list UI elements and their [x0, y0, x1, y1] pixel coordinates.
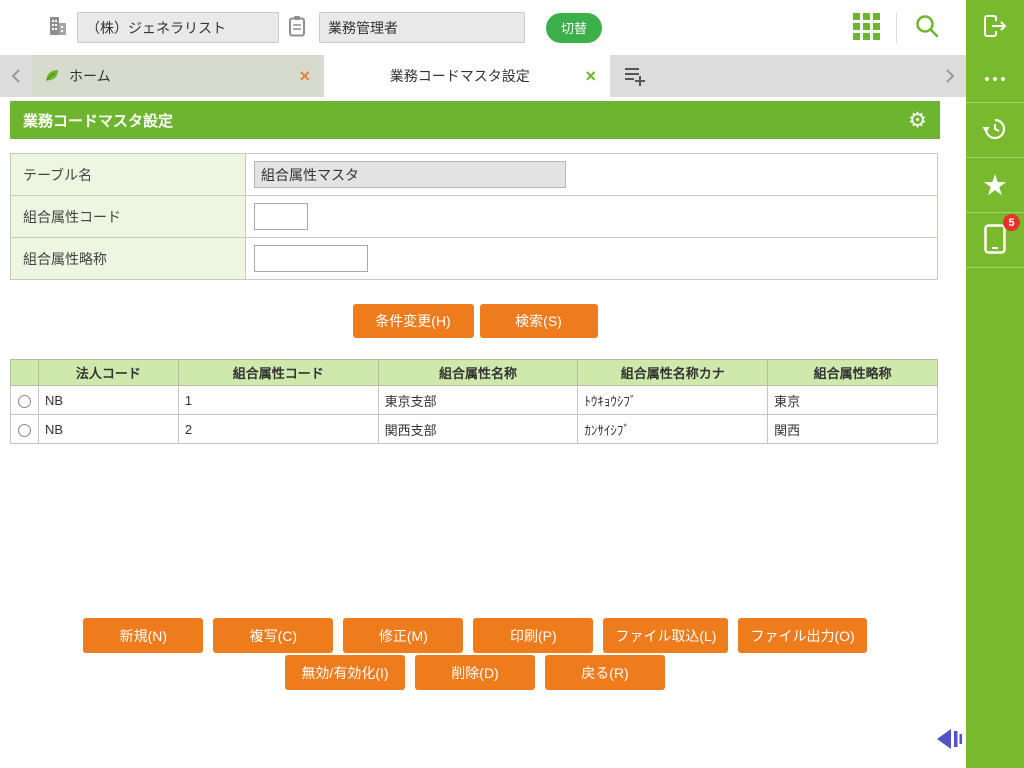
- switch-button[interactable]: 切替: [546, 12, 603, 43]
- cell-attr-kana: ﾄｳｷｮｳｼﾌﾞ: [577, 385, 769, 415]
- cell-attr-abbr: 関西: [767, 414, 938, 444]
- edit-button[interactable]: 修正(M): [343, 618, 464, 653]
- back-button[interactable]: 戻る(R): [545, 655, 665, 690]
- column-header-corp-code: 法人コード: [37, 359, 179, 386]
- star-icon: ★: [982, 167, 1008, 202]
- search-icon: [914, 13, 940, 42]
- form-row-attribute-abbr: 組合属性略称: [10, 237, 938, 280]
- attribute-code-input[interactable]: [254, 203, 308, 230]
- cell-corp-code: NB: [37, 414, 179, 444]
- column-header-attr-abbr: 組合属性略称: [767, 359, 938, 386]
- search-button[interactable]: 検索(S): [479, 304, 598, 338]
- chevron-left-icon: [11, 69, 20, 83]
- cell-attr-code: 1: [177, 385, 379, 415]
- logout-icon: [981, 13, 1009, 42]
- role-input[interactable]: [319, 12, 525, 43]
- logout-button[interactable]: [966, 0, 1024, 55]
- notification-badge: 5: [1003, 214, 1020, 231]
- attribute-code-label: 組合属性コード: [10, 195, 246, 238]
- cell-attr-code: 2: [177, 414, 379, 444]
- add-tab-button[interactable]: [610, 55, 660, 97]
- table-row: NB 2 関西支部 ｶﾝｻｲｼﾌﾞ 関西: [10, 414, 938, 444]
- file-export-button[interactable]: ファイル出力(O): [738, 618, 867, 653]
- main-content: 業務コードマスタ設定 ⚙ テーブル名 組合属性コード 組合属性略称 条件変更(H…: [10, 97, 940, 692]
- tab-scroll-left-button[interactable]: [0, 55, 32, 97]
- result-header-row: 法人コード 組合属性コード 組合属性名称 組合属性名称カナ 組合属性略称: [10, 359, 938, 386]
- right-sidebar: ★ 5: [966, 55, 1024, 768]
- tab-bar: ホーム × 業務コードマスタ設定 ×: [0, 55, 966, 97]
- sidebar-favorites-button[interactable]: ★: [966, 158, 1024, 213]
- tab-business-code-master[interactable]: 業務コードマスタ設定 ×: [324, 55, 610, 97]
- header-divider: [896, 11, 897, 44]
- cell-corp-code: NB: [37, 385, 179, 415]
- search-button-row: 条件変更(H) 検索(S): [10, 304, 940, 338]
- collapse-left-arrow-icon[interactable]: [934, 727, 964, 751]
- chevron-right-icon: [946, 69, 955, 83]
- app-grid-button[interactable]: [839, 0, 893, 55]
- global-search-button[interactable]: [900, 0, 954, 55]
- tablet-icon: [984, 223, 1006, 257]
- column-header-attr-kana: 組合属性名称カナ: [577, 359, 769, 386]
- tabbar-spacer: [660, 55, 934, 97]
- page-title-bar: 業務コードマスタ設定 ⚙: [10, 101, 940, 139]
- table-row: NB 1 東京支部 ﾄｳｷｮｳｼﾌﾞ 東京: [10, 385, 938, 415]
- action-button-area: 新規(N) 複写(C) 修正(M) 印刷(P) ファイル取込(L) ファイル出力…: [10, 618, 940, 690]
- print-button[interactable]: 印刷(P): [473, 618, 594, 653]
- search-condition-form: テーブル名 組合属性コード 組合属性略称: [10, 153, 938, 280]
- company-input[interactable]: [77, 12, 279, 43]
- column-header-attr-name: 組合属性名称: [377, 359, 579, 386]
- action-row-1: 新規(N) 複写(C) 修正(M) 印刷(P) ファイル取込(L) ファイル出力…: [10, 618, 940, 653]
- table-name-label: テーブル名: [10, 153, 246, 196]
- ellipsis-icon: [985, 76, 1005, 81]
- column-header-attr-code: 組合属性コード: [177, 359, 379, 386]
- tab-active-label: 業務コードマスタ設定: [389, 68, 530, 84]
- select-column-header: [10, 359, 39, 386]
- header-left-group: 切替: [0, 12, 839, 43]
- sidebar-more-button[interactable]: [966, 55, 1024, 103]
- gear-icon[interactable]: ⚙: [908, 108, 927, 132]
- table-name-input[interactable]: [254, 161, 566, 188]
- cell-attr-name: 関西支部: [377, 414, 579, 444]
- tab-scroll-right-button[interactable]: [934, 55, 966, 97]
- leaf-icon: [44, 67, 60, 86]
- row-select-radio[interactable]: [17, 423, 31, 437]
- cell-attr-kana: ｶﾝｻｲｼﾌﾞ: [577, 414, 769, 444]
- tab-home-label: ホーム: [69, 68, 111, 84]
- new-button[interactable]: 新規(N): [83, 618, 204, 653]
- cell-attr-abbr: 東京: [767, 385, 938, 415]
- form-row-attribute-code: 組合属性コード: [10, 195, 938, 238]
- page-title: 業務コードマスタ設定: [23, 112, 174, 130]
- row-select-radio[interactable]: [17, 394, 31, 408]
- sidebar-history-button[interactable]: [966, 103, 1024, 158]
- grid-icon: [852, 12, 880, 43]
- change-condition-button[interactable]: 条件変更(H): [352, 304, 474, 338]
- copy-button[interactable]: 複写(C): [213, 618, 334, 653]
- form-row-table-name: テーブル名: [10, 153, 938, 196]
- tab-active-close-icon[interactable]: ×: [583, 67, 598, 85]
- clipboard-icon: [288, 15, 306, 40]
- toggle-enable-button[interactable]: 無効/有効化(I): [285, 655, 405, 690]
- top-header: 切替: [0, 0, 1024, 55]
- delete-button[interactable]: 削除(D): [415, 655, 535, 690]
- file-import-button[interactable]: ファイル取込(L): [603, 618, 729, 653]
- tab-home-close-icon[interactable]: ×: [297, 67, 312, 85]
- action-row-2: 無効/有効化(I) 削除(D) 戻る(R): [10, 655, 940, 690]
- sidebar-devices-button[interactable]: 5: [966, 213, 1024, 268]
- history-clock-icon: [981, 115, 1009, 146]
- cell-attr-name: 東京支部: [377, 385, 579, 415]
- building-icon: [48, 15, 68, 40]
- attribute-abbr-input[interactable]: [254, 245, 368, 272]
- add-tab-icon: [625, 68, 645, 86]
- result-table: 法人コード 組合属性コード 組合属性名称 組合属性名称カナ 組合属性略称 NB …: [10, 359, 938, 444]
- attribute-abbr-label: 組合属性略称: [10, 237, 246, 280]
- tab-home[interactable]: ホーム ×: [32, 55, 324, 97]
